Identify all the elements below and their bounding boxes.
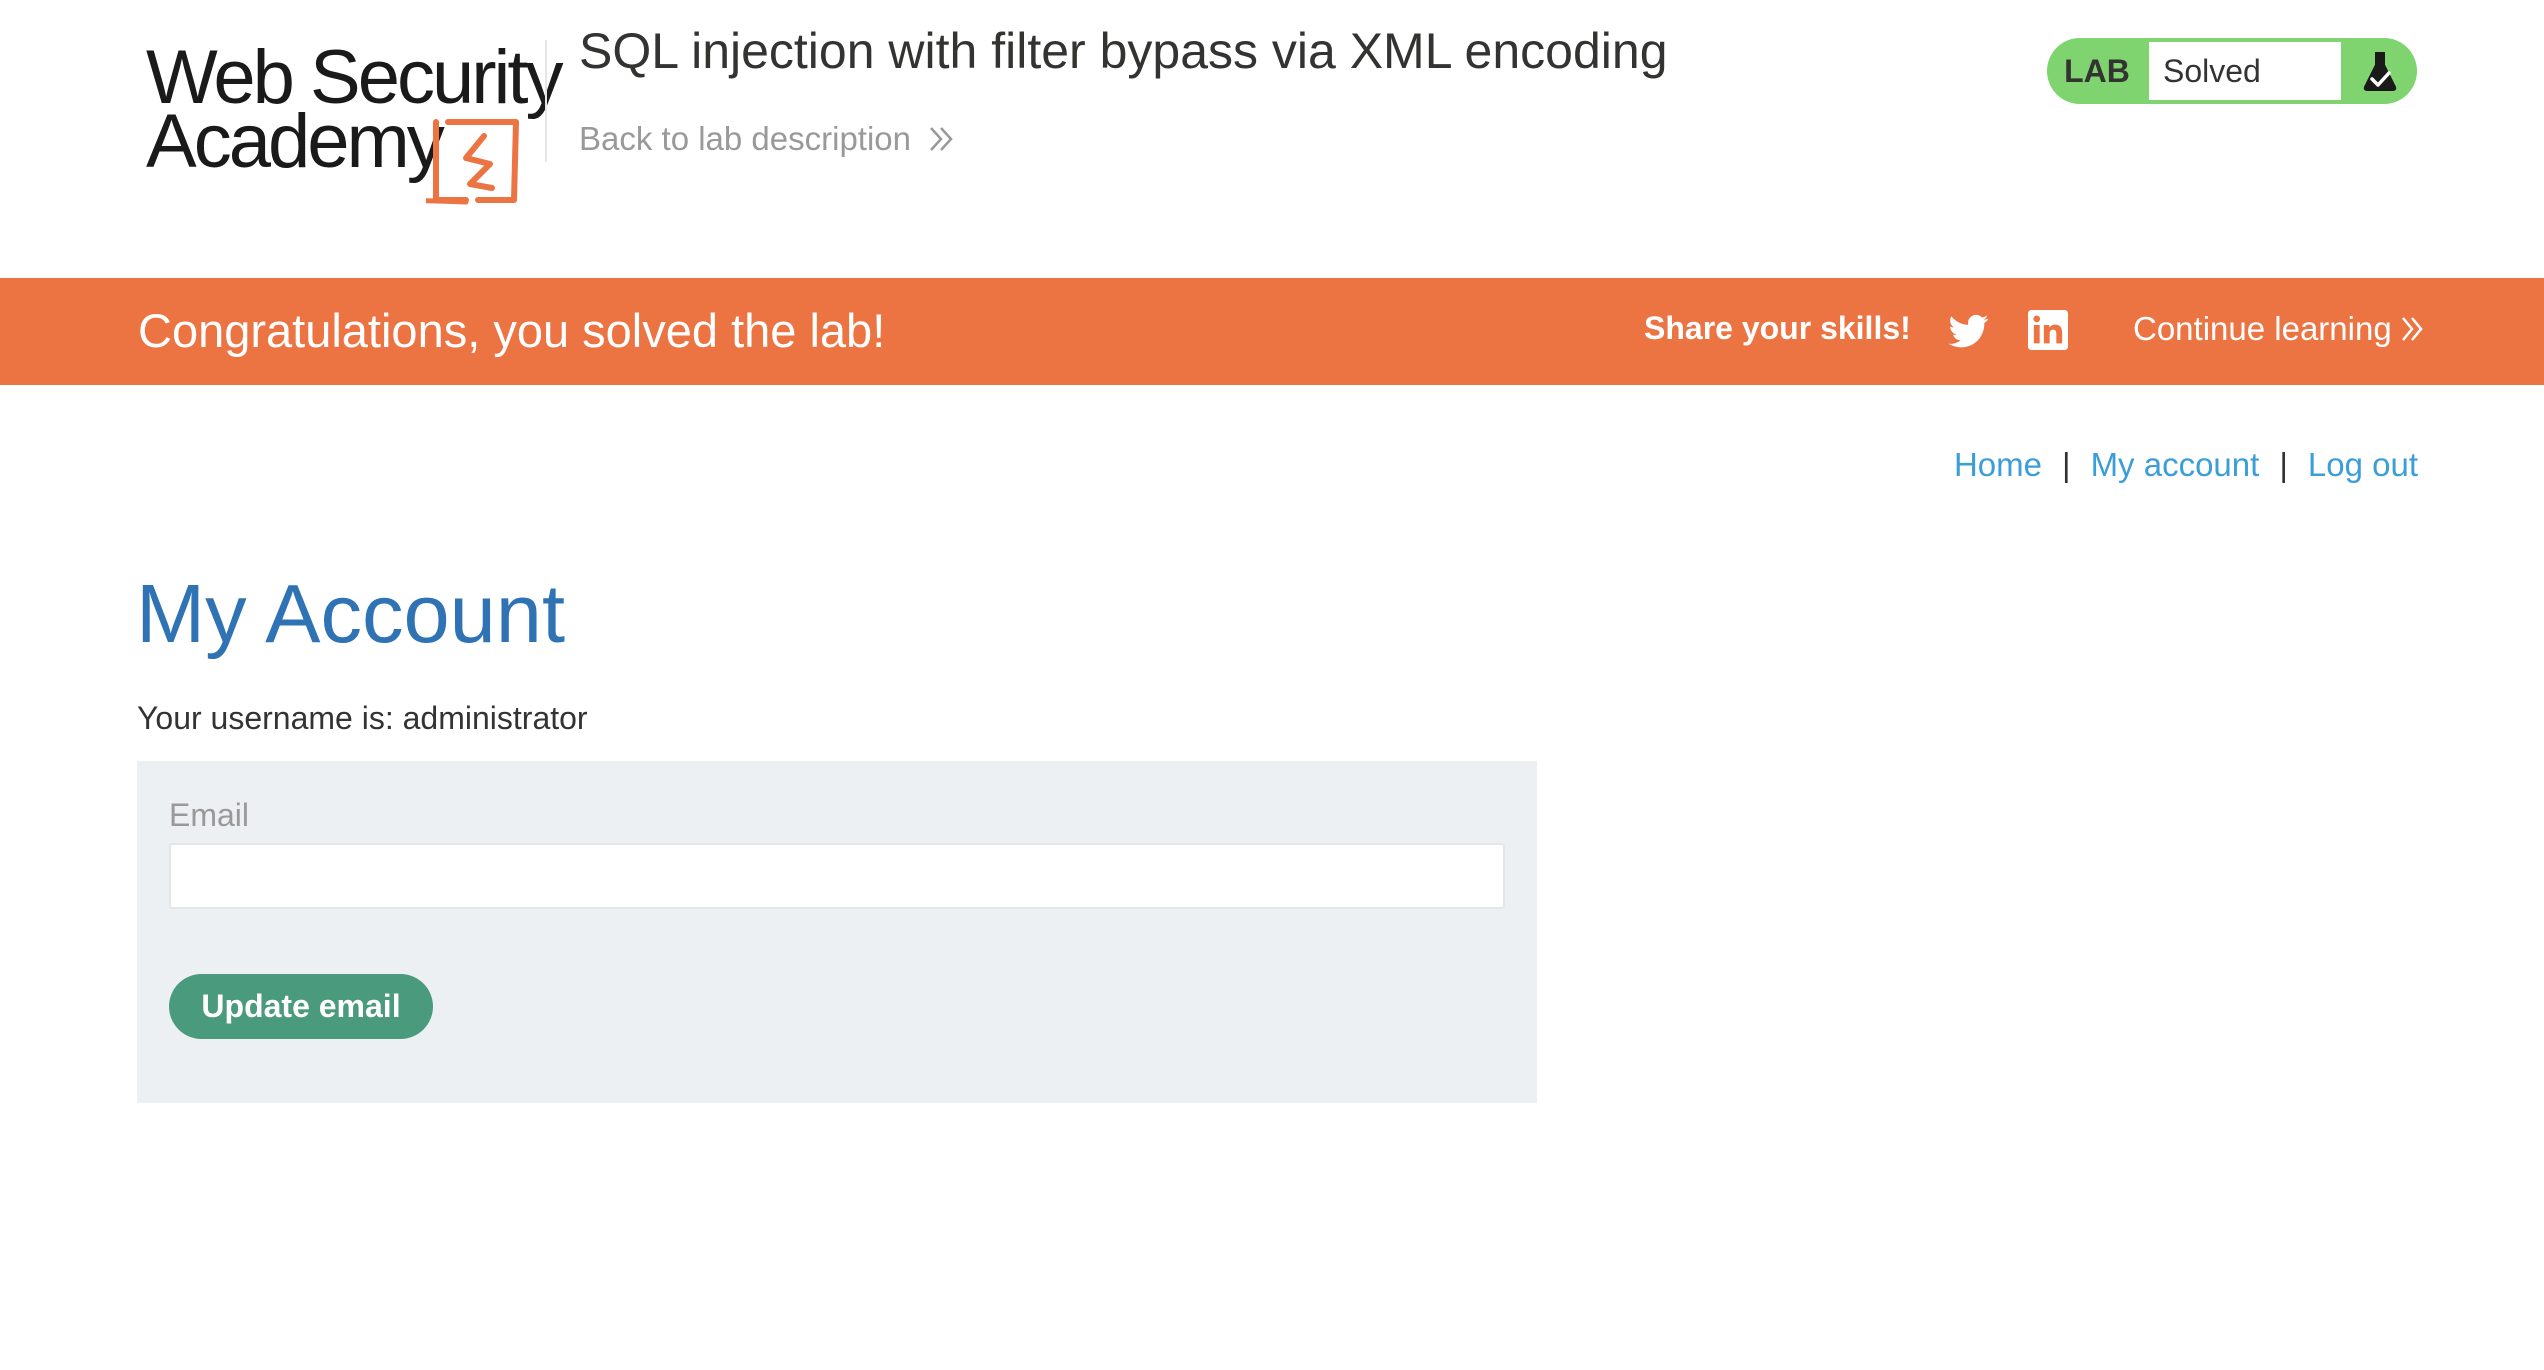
- username-text: Your username is: administrator: [137, 700, 588, 736]
- update-email-button[interactable]: Update email: [169, 974, 433, 1039]
- log-out-link[interactable]: Log out: [2308, 446, 2418, 484]
- home-link[interactable]: Home: [1954, 446, 2042, 484]
- continue-learning-link[interactable]: Continue learning: [2133, 310, 2428, 348]
- lab-title: SQL injection with filter bypass via XML…: [579, 23, 1668, 79]
- share-skills-label: Share your skills!: [1644, 310, 1911, 346]
- solved-banner: Congratulations, you solved the lab! Sha…: [0, 278, 2544, 385]
- flask-check-icon: [2343, 38, 2417, 104]
- nav-separator: |: [2279, 446, 2288, 483]
- my-account-link[interactable]: My account: [2091, 446, 2260, 484]
- account-nav: Home | My account | Log out: [1954, 446, 2418, 484]
- update-email-form: Email Update email: [137, 761, 1537, 1103]
- email-input[interactable]: [169, 843, 1505, 909]
- double-chevron-right-icon: [930, 127, 953, 151]
- lab-status-badge: LAB Solved: [2047, 38, 2417, 104]
- academy-logo-mark-icon: [426, 119, 519, 205]
- back-link-label: Back to lab description: [579, 120, 912, 157]
- logo-text-line2: Academy: [146, 99, 445, 184]
- double-chevron-right-icon: [2401, 317, 2423, 341]
- lab-status-text: Solved: [2147, 40, 2343, 102]
- congratulations-message: Congratulations, you solved the lab!: [138, 304, 886, 357]
- twitter-icon[interactable]: [1948, 311, 1990, 351]
- page-header: Web Security Academy SQL injection with …: [0, 0, 2544, 278]
- continue-learning-label: Continue learning: [2133, 310, 2392, 347]
- back-to-lab-description-link[interactable]: Back to lab description: [579, 120, 957, 158]
- linkedin-icon[interactable]: [2028, 310, 2068, 350]
- header-divider: [545, 40, 547, 162]
- email-label: Email: [169, 797, 250, 833]
- nav-separator: |: [2061, 446, 2071, 483]
- academy-logo[interactable]: Web Security Academy: [138, 34, 564, 205]
- lab-badge-label: LAB: [2064, 52, 2130, 89]
- page-title: My Account: [136, 567, 566, 660]
